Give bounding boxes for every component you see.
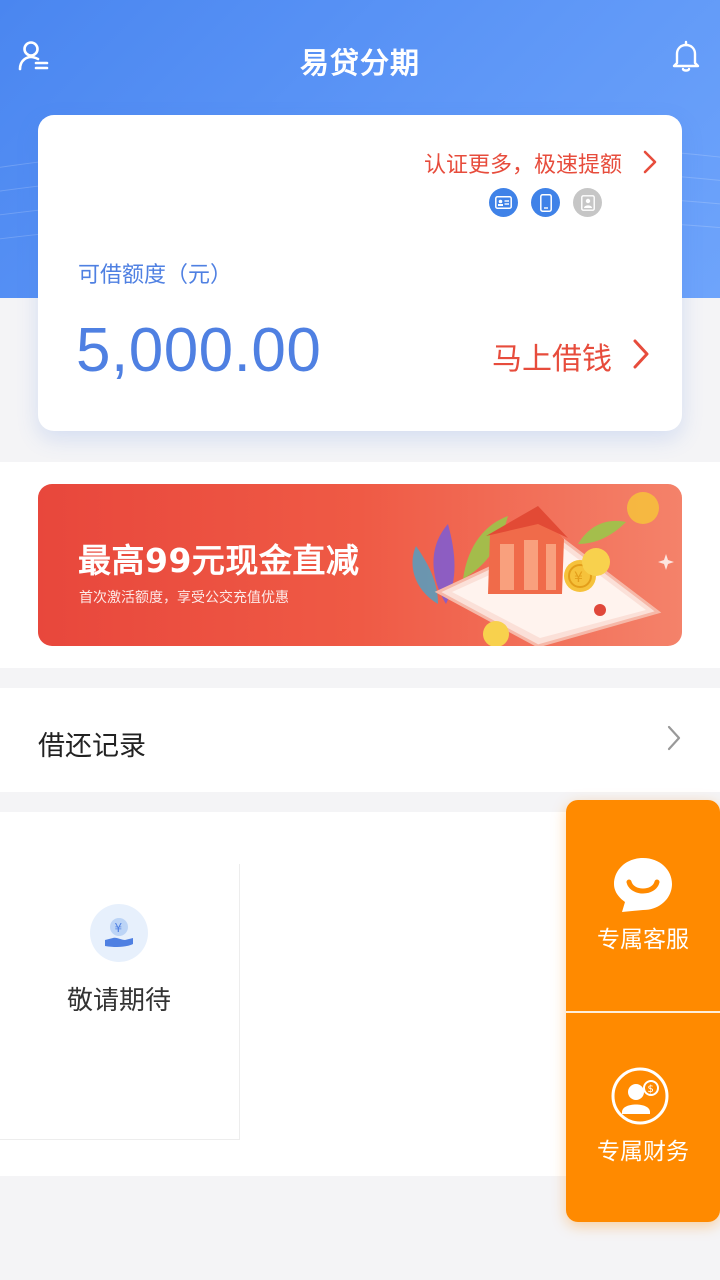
top-bar: 易贷分期 bbox=[0, 28, 720, 88]
loan-records-label: 借还记录 bbox=[38, 731, 146, 762]
svg-text:$: $ bbox=[648, 1084, 654, 1095]
finance-button[interactable]: $ 专属财务 bbox=[566, 1012, 720, 1222]
chevron-right-icon bbox=[667, 725, 681, 751]
phone-icon[interactable] bbox=[531, 188, 560, 217]
chevron-right-icon[interactable] bbox=[630, 337, 652, 371]
banner-title: 最高99元现金直减 bbox=[78, 541, 360, 580]
contact-icon[interactable] bbox=[573, 188, 602, 217]
promo-banner[interactable]: 最高99元现金直减 首次激活额度，享受公交充值优惠 ¥ bbox=[38, 484, 682, 646]
certification-icons bbox=[489, 188, 602, 217]
service-tile[interactable]: ¥ 敬请期待 bbox=[0, 864, 240, 1140]
floating-service-panel: 专属客服 $ 专属财务 bbox=[566, 800, 720, 1222]
finance-advisor-icon: $ bbox=[611, 1067, 669, 1125]
raise-limit-link[interactable]: 认证更多，极速提额 bbox=[424, 147, 622, 179]
chevron-right-icon[interactable] bbox=[640, 149, 660, 175]
chat-smile-icon bbox=[614, 858, 672, 912]
svg-text:¥: ¥ bbox=[574, 570, 583, 586]
available-amount: 5,000.00 bbox=[76, 316, 322, 385]
banner-section: 最高99元现金直减 首次激活额度，享受公交充值优惠 ¥ bbox=[0, 462, 720, 668]
svg-text:¥: ¥ bbox=[115, 921, 123, 935]
banner-subtitle: 首次激活额度，享受公交充值优惠 bbox=[79, 590, 289, 606]
finance-label: 专属财务 bbox=[597, 1139, 689, 1165]
borrow-now-button[interactable]: 马上借钱 bbox=[492, 334, 612, 378]
bank-phone-illustration: ¥ bbox=[412, 492, 674, 646]
page-title: 易贷分期 bbox=[299, 46, 420, 80]
service-label: 敬请期待 bbox=[66, 986, 171, 1016]
yuan-hand-icon: ¥ bbox=[90, 904, 148, 962]
customer-service-button[interactable]: 专属客服 bbox=[566, 800, 720, 1010]
available-limit-label: 可借额度（元） bbox=[78, 263, 233, 288]
notification-bell-icon[interactable] bbox=[668, 38, 704, 74]
credit-limit-card: 认证更多，极速提额 可借额度（元） 5,000.00 马上借钱 bbox=[38, 115, 682, 431]
customer-service-label: 专属客服 bbox=[597, 927, 689, 953]
loan-records-row[interactable]: 借还记录 bbox=[0, 688, 720, 792]
id-card-icon[interactable] bbox=[489, 188, 518, 217]
